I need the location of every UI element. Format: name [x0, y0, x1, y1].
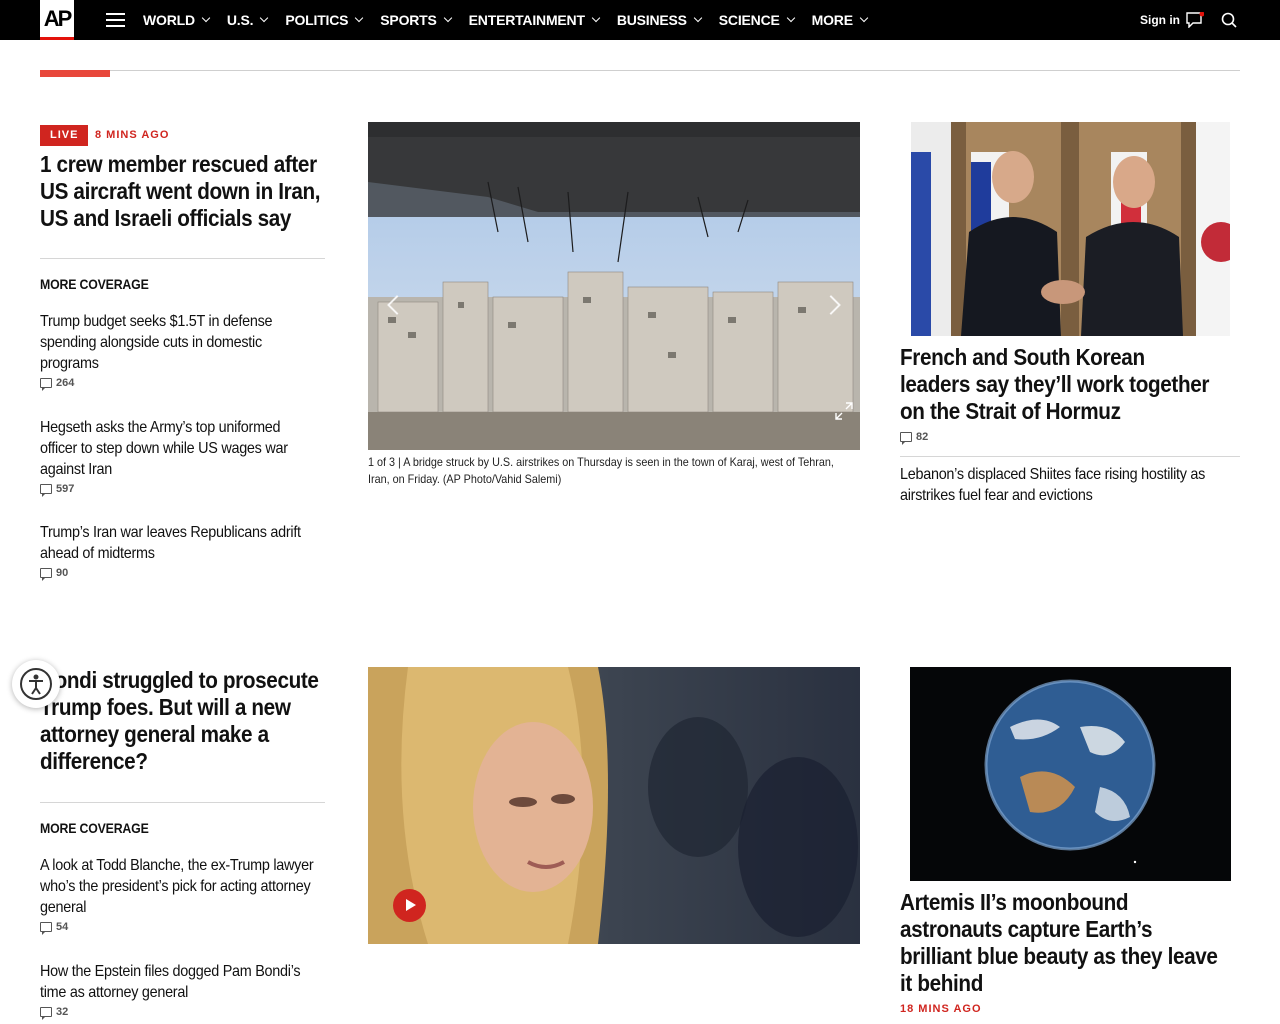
nav-label: SPORTS — [380, 12, 437, 28]
more-coverage-label: MORE COVERAGE — [40, 820, 149, 836]
accessibility-figure — [29, 674, 43, 695]
section-accent-bar — [40, 70, 110, 77]
sign-in-link[interactable]: Sign in — [1140, 13, 1180, 27]
nav-label: BUSINESS — [616, 12, 687, 28]
timestamp: 18 MINS AGO — [900, 1003, 982, 1015]
nav-item-business[interactable]: BUSINESS — [616, 12, 703, 28]
story-link[interactable]: Trump’s Iran war leaves Republicans adri… — [40, 522, 310, 564]
divider — [900, 456, 1240, 457]
comment-icon — [40, 1007, 52, 1020]
comment-count-value: 264 — [56, 377, 75, 389]
nav-label: SCIENCE — [718, 12, 780, 28]
ap-logo[interactable]: AP — [40, 0, 74, 40]
comment-count-value: 82 — [916, 431, 929, 443]
comment-count[interactable]: 54 — [40, 921, 340, 935]
hamburger-menu-icon[interactable] — [106, 13, 125, 27]
top-navigation: AP WORLD U.S. POLITICS SPORTS ENTERTAINM… — [0, 0, 1280, 40]
earth-image — [910, 667, 1231, 881]
comment-count[interactable]: 82 — [900, 431, 929, 445]
comment-icon — [40, 378, 52, 391]
list-item: Trump budget seeks $1.5T in defense spen… — [40, 311, 340, 391]
comment-count[interactable]: 32 — [40, 1006, 340, 1020]
comment-count[interactable]: 597 — [40, 483, 340, 497]
comment-count-value: 32 — [56, 1006, 69, 1018]
nav-item-more[interactable]: MORE — [811, 12, 869, 28]
chevron-down-icon — [260, 13, 269, 23]
nav-item-politics[interactable]: POLITICS — [285, 12, 364, 28]
section-divider — [40, 70, 1240, 71]
live-badge: LIVE — [40, 125, 89, 146]
portrait-photo — [368, 667, 860, 944]
nav-label: U.S. — [226, 12, 254, 28]
divider — [40, 802, 325, 803]
notification-icon[interactable] — [1186, 12, 1204, 28]
nav-items: WORLD U.S. POLITICS SPORTS ENTERTAINMENT… — [143, 0, 885, 40]
story-link[interactable]: Hegseth asks the Army’s top uniformed of… — [40, 417, 310, 480]
accessibility-icon — [20, 668, 52, 700]
right-headline-2[interactable]: Artemis II’s moonbound astronauts captur… — [900, 889, 1224, 997]
chevron-down-icon — [786, 13, 795, 23]
comment-icon — [40, 568, 52, 581]
handshake-photo — [911, 122, 1230, 336]
story-link[interactable]: Trump budget seeks $1.5T in defense spen… — [40, 311, 310, 374]
nav-label: MORE — [811, 12, 853, 28]
logo-text: AP — [43, 5, 73, 31]
nav-item-science[interactable]: SCIENCE — [718, 12, 795, 28]
video-thumbnail[interactable] — [368, 667, 860, 944]
list-item: A look at Todd Blanche, the ex-Trump law… — [40, 855, 342, 935]
earth-photo[interactable] — [910, 667, 1231, 881]
nav-label: ENTERTAINMENT — [468, 12, 585, 28]
right-headline[interactable]: French and South Korean leaders say they… — [900, 344, 1215, 425]
search-icon[interactable] — [1221, 12, 1237, 28]
story-link[interactable]: How the Epstein files dogged Pam Bondi’s… — [40, 961, 328, 1003]
bridge-photo — [368, 122, 860, 450]
chevron-down-icon — [859, 13, 869, 23]
chevron-down-icon — [355, 13, 364, 23]
photo-caption: 1 of 3 | A bridge struck by U.S. airstri… — [368, 455, 834, 486]
timestamp: 8 MINS AGO — [95, 129, 170, 141]
expand-icon[interactable] — [835, 402, 853, 420]
list-item: How the Epstein files dogged Pam Bondi’s… — [40, 961, 340, 1020]
lead-headline[interactable]: 1 crew member rescued after US aircraft … — [40, 151, 337, 232]
chevron-down-icon — [591, 13, 601, 23]
chevron-down-icon — [443, 13, 452, 23]
chevron-down-icon — [693, 13, 703, 23]
lead-photo-carousel[interactable] — [368, 122, 860, 450]
more-coverage-label: MORE COVERAGE — [40, 276, 149, 292]
comment-count-value: 90 — [56, 567, 69, 579]
nav-item-us[interactable]: U.S. — [226, 12, 269, 28]
nav-label: WORLD — [143, 12, 195, 28]
divider — [40, 258, 325, 259]
nav-item-sports[interactable]: SPORTS — [380, 12, 452, 28]
nav-item-world[interactable]: WORLD — [143, 12, 211, 28]
comment-icon — [40, 922, 52, 935]
comment-count[interactable]: 264 — [40, 377, 340, 391]
nav-label: POLITICS — [285, 12, 349, 28]
leaders-photo[interactable] — [911, 122, 1230, 336]
chevron-down-icon — [201, 13, 211, 23]
comment-count[interactable]: 90 — [40, 567, 340, 581]
lead-headline-2[interactable]: Bondi struggled to prosecute Trump foes.… — [40, 667, 328, 775]
nav-item-entertainment[interactable]: ENTERTAINMENT — [468, 12, 601, 28]
accessibility-button[interactable] — [12, 660, 60, 708]
story-link[interactable]: Lebanon’s displaced Shiites face rising … — [900, 464, 1238, 506]
list-item: Trump’s Iran war leaves Republicans adri… — [40, 522, 340, 581]
story-link[interactable]: A look at Todd Blanche, the ex-Trump law… — [40, 855, 342, 918]
list-item: Hegseth asks the Army’s top uniformed of… — [40, 417, 340, 497]
comment-icon — [40, 484, 52, 497]
comment-count-value: 597 — [56, 483, 75, 495]
play-video-button[interactable] — [393, 889, 426, 922]
comment-count-value: 54 — [56, 921, 69, 933]
comment-icon — [900, 432, 912, 445]
